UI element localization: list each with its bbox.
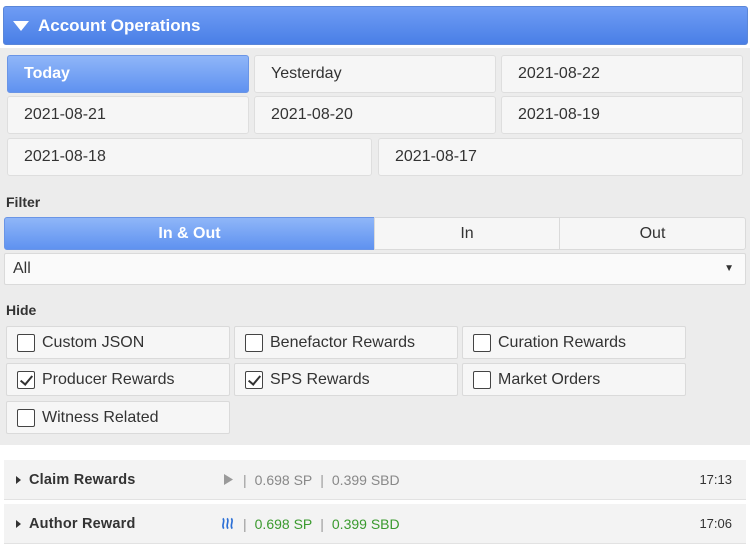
account-operations-header[interactable]: Account Operations xyxy=(3,6,748,45)
hide-witness-related-checkbox[interactable]: Witness Related xyxy=(6,401,230,434)
day-button-2021-08-20[interactable]: 2021-08-20 xyxy=(254,96,496,134)
separator: | xyxy=(243,515,247,532)
hide-curation-rewards-checkbox[interactable]: Curation Rewards xyxy=(462,326,686,359)
collapse-triangle-icon xyxy=(13,20,29,31)
checkbox-unchecked-icon xyxy=(245,333,263,352)
play-icon xyxy=(221,473,235,486)
checkbox-checked-icon xyxy=(17,370,35,389)
day-button-2021-08-19[interactable]: 2021-08-19 xyxy=(501,96,743,134)
expand-arrow-icon xyxy=(16,475,21,484)
checkbox-unchecked-icon xyxy=(473,333,491,352)
select-value: All xyxy=(13,260,31,277)
day-button-yesterday[interactable]: Yesterday xyxy=(254,55,496,93)
operation-time: 17:06 xyxy=(699,516,732,531)
checkbox-unchecked-icon xyxy=(17,333,35,352)
separator: | xyxy=(243,471,247,488)
separator: | xyxy=(320,515,324,532)
header-title: Account Operations xyxy=(38,15,201,35)
hide-label: Hide xyxy=(6,302,37,318)
day-button-2021-08-21[interactable]: 2021-08-21 xyxy=(7,96,249,134)
operation-type-select[interactable]: All ▼ xyxy=(4,253,746,285)
hide-benefactor-rewards-checkbox[interactable]: Benefactor Rewards xyxy=(234,326,458,359)
dropdown-caret-icon: ▼ xyxy=(724,263,734,274)
checkbox-label: Market Orders xyxy=(498,370,601,388)
checkbox-label: SPS Rewards xyxy=(270,370,370,388)
checkbox-label: Witness Related xyxy=(42,408,159,426)
sp-amount: 0.698 SP xyxy=(254,515,313,532)
hide-sps-rewards-checkbox[interactable]: SPS Rewards xyxy=(234,363,458,396)
checkbox-unchecked-icon xyxy=(17,408,35,427)
operation-name: Author Reward xyxy=(29,515,136,532)
checkbox-checked-icon xyxy=(245,370,263,389)
section-divider xyxy=(0,445,750,457)
checkbox-label: Curation Rewards xyxy=(498,333,627,351)
checkbox-label: Benefactor Rewards xyxy=(270,333,415,351)
day-button-2021-08-22[interactable]: 2021-08-22 xyxy=(501,55,743,93)
checkbox-label: Producer Rewards xyxy=(42,370,175,388)
filter-in-out-tab[interactable]: In & Out xyxy=(4,217,375,250)
filter-label: Filter xyxy=(6,194,41,210)
filter-in-tab[interactable]: In xyxy=(374,217,560,250)
day-button-2021-08-18[interactable]: 2021-08-18 xyxy=(7,138,372,176)
operation-time: 17:13 xyxy=(699,472,732,487)
separator: | xyxy=(320,471,324,488)
checkbox-unchecked-icon xyxy=(473,370,491,389)
hide-custom-json-checkbox[interactable]: Custom JSON xyxy=(6,326,230,359)
sbd-amount: 0.399 SBD xyxy=(331,515,400,532)
day-button-today[interactable]: Today xyxy=(7,55,249,93)
sbd-amount: 0.399 SBD xyxy=(331,471,400,488)
day-button-2021-08-17[interactable]: 2021-08-17 xyxy=(378,138,743,176)
operation-row-author-reward[interactable]: Author Reward | 0.698 SP | 0.399 SBD 17:… xyxy=(4,504,746,544)
filter-out-tab[interactable]: Out xyxy=(559,217,746,250)
expand-arrow-icon xyxy=(16,519,21,528)
hide-market-orders-checkbox[interactable]: Market Orders xyxy=(462,363,686,396)
operation-name: Claim Rewards xyxy=(29,471,136,488)
steem-logo-icon xyxy=(221,517,235,530)
sp-amount: 0.698 SP xyxy=(254,471,313,488)
operation-row-claim-rewards[interactable]: Claim Rewards | 0.698 SP | 0.399 SBD 17:… xyxy=(4,460,746,500)
hide-producer-rewards-checkbox[interactable]: Producer Rewards xyxy=(6,363,230,396)
checkbox-label: Custom JSON xyxy=(42,333,145,351)
